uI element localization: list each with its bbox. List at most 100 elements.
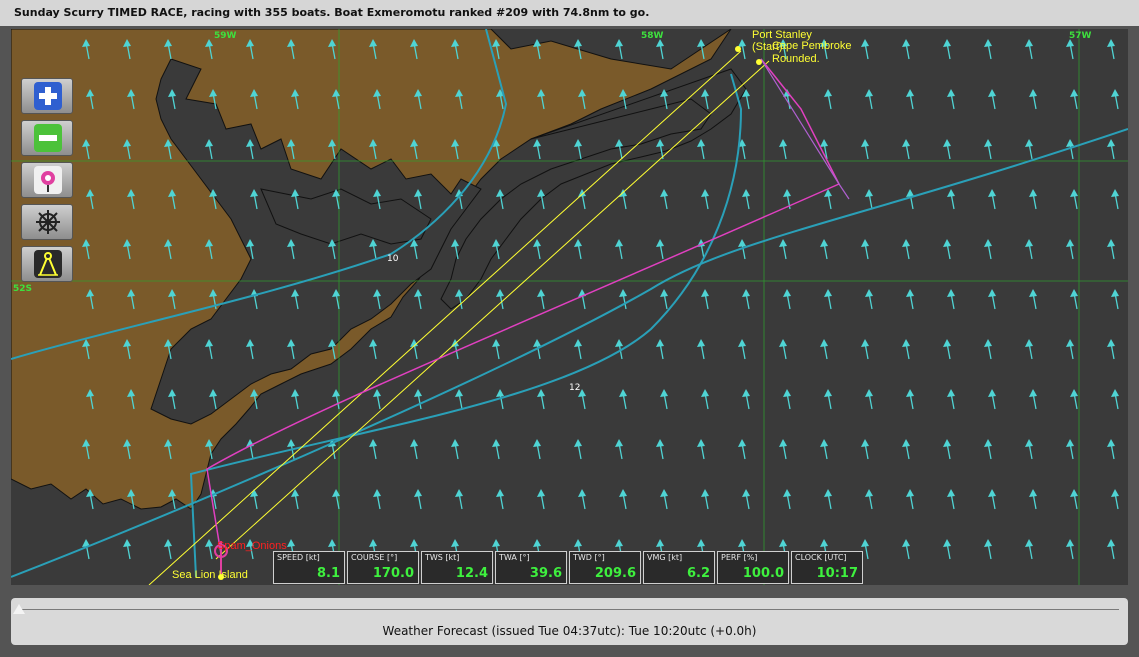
wind-arrow xyxy=(783,489,791,510)
wind-arrow xyxy=(660,489,668,510)
wind-arrow xyxy=(824,289,832,310)
wind-arrow xyxy=(906,389,914,410)
wind-arrow xyxy=(947,89,955,110)
wind-arrow xyxy=(1107,339,1115,360)
wind-arrow xyxy=(1029,189,1037,210)
wind-arrow xyxy=(578,489,586,510)
instrument-label: PERF [%] xyxy=(721,553,758,562)
wind-arrow xyxy=(697,139,705,160)
place-sea-lion-island: Sea Lion Island xyxy=(172,569,248,581)
wind-arrow xyxy=(742,489,750,510)
chart-canvas[interactable] xyxy=(11,29,1128,585)
instrument-value: 12.4 xyxy=(455,566,488,581)
contour-label-10: 10 xyxy=(387,254,399,264)
instrument-value: 209.6 xyxy=(594,566,636,581)
lon-label-59w: 59W xyxy=(214,31,237,41)
instrument-twd: TWD [°] 209.6 xyxy=(569,551,641,584)
lon-label-58w: 58W xyxy=(641,31,664,41)
wind-arrow xyxy=(1025,39,1033,60)
forecast-slider-track[interactable] xyxy=(17,609,1119,610)
center-boat-icon xyxy=(34,166,62,194)
wind-arrow xyxy=(984,439,992,460)
wind-arrow xyxy=(492,439,500,460)
wind-arrow xyxy=(451,439,459,460)
wind-arrow xyxy=(984,39,992,60)
instrument-perf: PERF [%] 100.0 xyxy=(717,551,789,584)
zoom-out-button[interactable] xyxy=(21,120,73,156)
wind-arrow xyxy=(1070,289,1078,310)
center-boat-button[interactable] xyxy=(21,162,73,198)
wind-arrow xyxy=(492,339,500,360)
forecast-panel: Weather Forecast (issued Tue 04:37utc): … xyxy=(11,598,1128,645)
wind-arrow xyxy=(906,289,914,310)
race-status-title: Sunday Scurry TIMED RACE, racing with 35… xyxy=(0,0,1139,26)
instrument-twa: TWA [°] 39.6 xyxy=(495,551,567,584)
wind-arrow xyxy=(656,239,664,260)
wind-arrow xyxy=(414,289,422,310)
wind-arrow xyxy=(943,139,951,160)
wind-arrow xyxy=(656,39,664,60)
instrument-label: COURSE [°] xyxy=(351,553,398,562)
zoom-in-button[interactable] xyxy=(21,78,73,114)
wind-arrow xyxy=(1111,389,1119,410)
instrument-panel: SPEED [kt] 8.1 COURSE [°] 170.0 TWS [kt] 12.4… xyxy=(273,551,865,585)
wind-arrow xyxy=(943,339,951,360)
place-cape-pembroke: Cape Pembroke xyxy=(772,40,852,52)
wind-arrow xyxy=(369,439,377,460)
instrument-value: 170.0 xyxy=(372,566,414,581)
zoom-in-icon xyxy=(34,82,62,110)
wind-arrow xyxy=(984,339,992,360)
wind-arrow xyxy=(574,339,582,360)
wind-arrow xyxy=(1070,189,1078,210)
wind-arrow xyxy=(291,389,299,410)
wind-arrow xyxy=(701,189,709,210)
wind-arrow xyxy=(451,339,459,360)
wind-arrow xyxy=(824,89,832,110)
instrument-label: SPEED [kt] xyxy=(277,553,320,562)
wind-arrow xyxy=(205,539,213,560)
helm-button[interactable] xyxy=(21,204,73,240)
wind-arrow xyxy=(738,339,746,360)
wind-arrow xyxy=(1111,89,1119,110)
instrument-value: 39.6 xyxy=(529,566,562,581)
wind-arrow xyxy=(615,239,623,260)
instrument-value: 100.0 xyxy=(742,566,784,581)
wind-arrow xyxy=(742,389,750,410)
wind-arrow xyxy=(824,489,832,510)
race-map[interactable]: 59W 58W 57W 52S 10 12 Port Stanley (Star… xyxy=(11,29,1128,585)
instrument-label: CLOCK [UTC] xyxy=(795,553,847,562)
wind-arrow xyxy=(1107,539,1115,560)
wind-arrow xyxy=(779,339,787,360)
wind-arrow xyxy=(783,389,791,410)
start-mark xyxy=(735,46,741,52)
wind-arrow xyxy=(1066,439,1074,460)
wind-arrow xyxy=(783,289,791,310)
instrument-vmg: VMG [kt] 6.2 xyxy=(643,551,715,584)
instrument-label: TWD [°] xyxy=(573,553,605,562)
wind-arrow xyxy=(779,239,787,260)
measure-button[interactable] xyxy=(21,246,73,282)
instrument-clock: CLOCK [UTC] 10:17 xyxy=(791,551,863,584)
instrument-speed: SPEED [kt] 8.1 xyxy=(273,551,345,584)
wind-arrow xyxy=(1029,289,1037,310)
wind-arrow xyxy=(861,39,869,60)
wind-arrow xyxy=(820,439,828,460)
wind-arrow xyxy=(943,239,951,260)
wind-arrow xyxy=(865,389,873,410)
helm-icon xyxy=(34,208,62,236)
wind-arrow xyxy=(1111,289,1119,310)
wind-arrow xyxy=(533,139,541,160)
wind-arrow xyxy=(988,89,996,110)
wind-arrow xyxy=(574,239,582,260)
wind-arrow xyxy=(1025,439,1033,460)
wind-arrow xyxy=(742,289,750,310)
wind-arrow xyxy=(906,489,914,510)
wind-arrow xyxy=(1107,439,1115,460)
wind-arrow xyxy=(861,339,869,360)
wind-arrow xyxy=(1029,489,1037,510)
wind-arrow xyxy=(1066,239,1074,260)
wind-arrow xyxy=(820,239,828,260)
wind-arrow xyxy=(615,39,623,60)
forecast-slider-thumb[interactable] xyxy=(13,604,25,614)
contour-label-12: 12 xyxy=(569,383,581,393)
